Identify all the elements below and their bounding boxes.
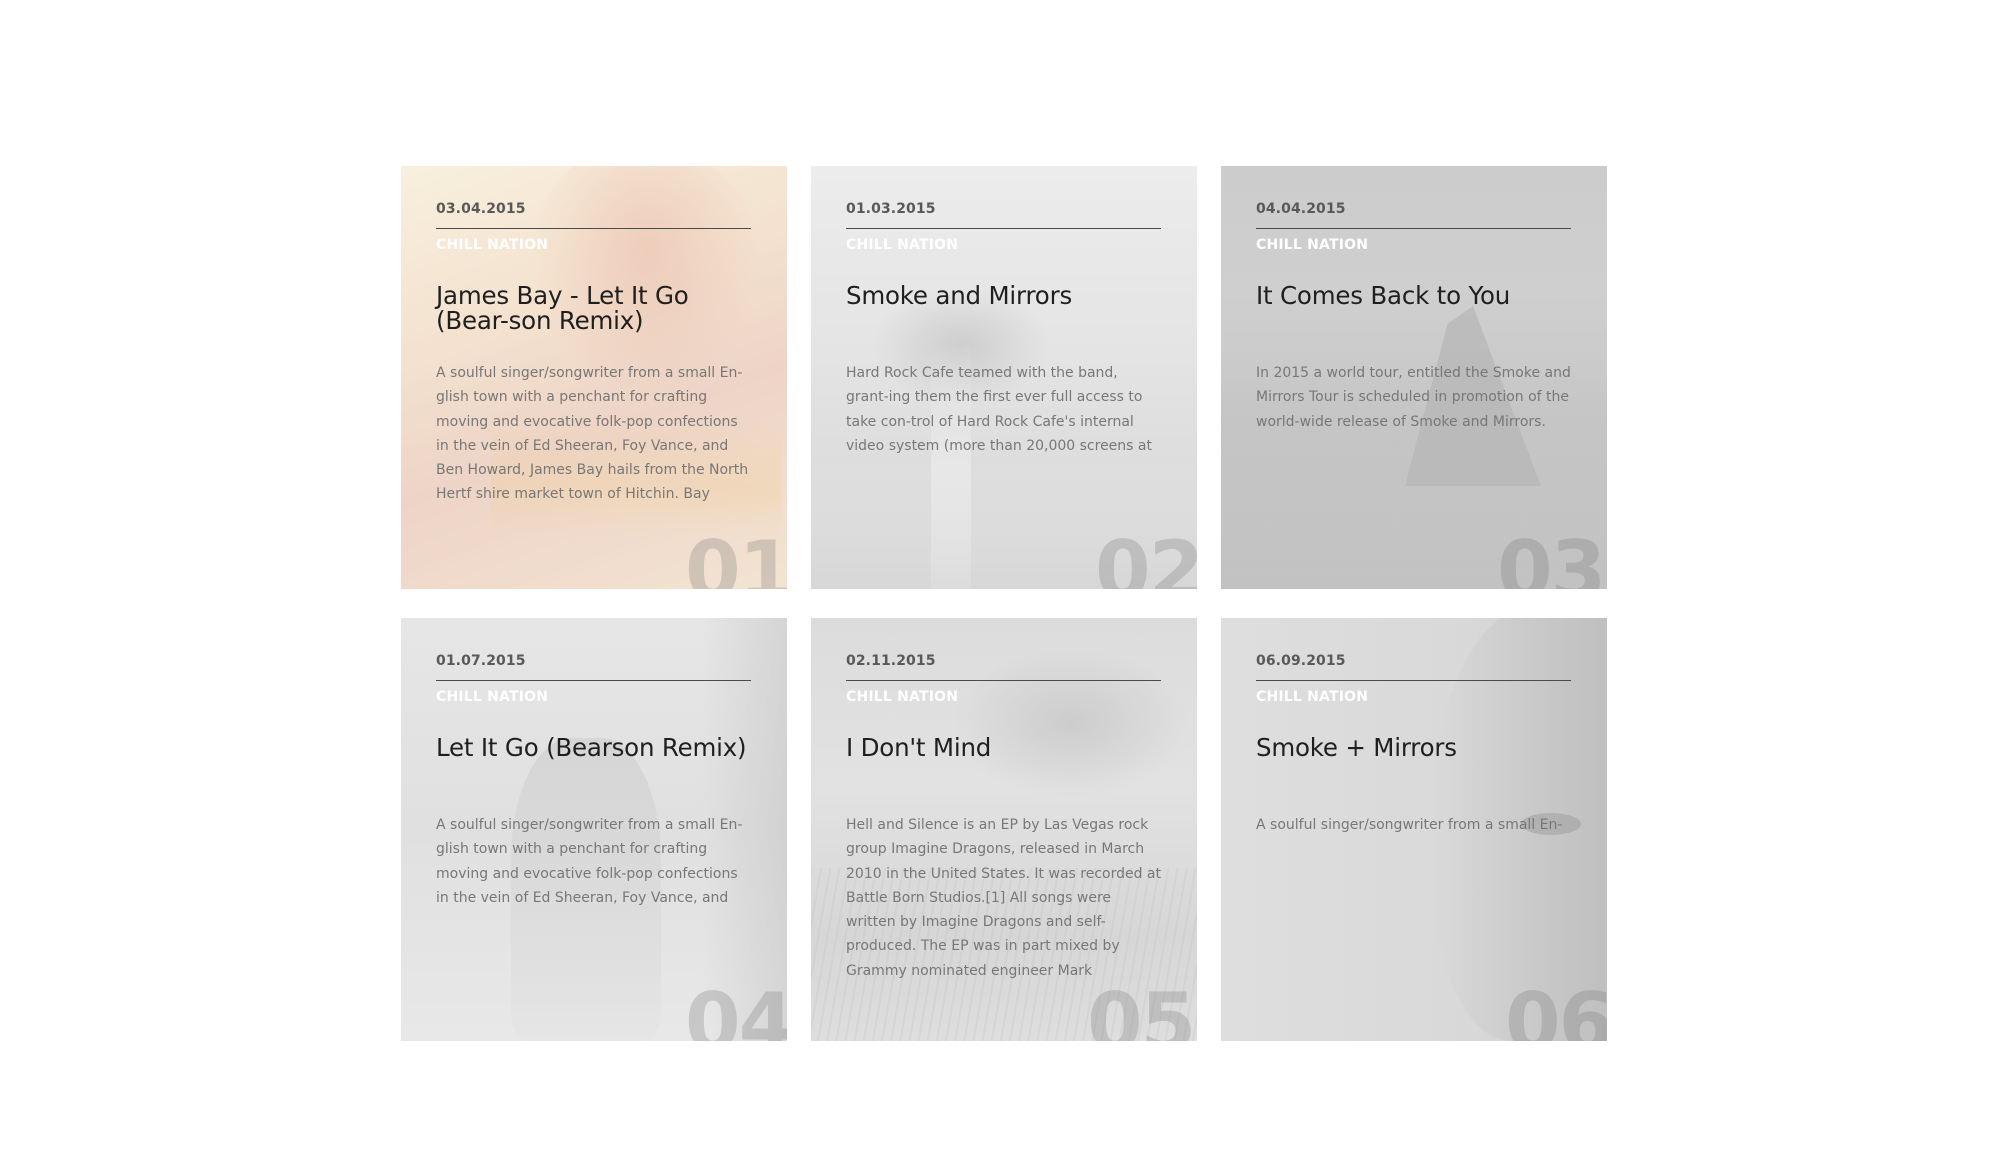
post-category[interactable]: CHILL NATION bbox=[1256, 235, 1571, 255]
post-date: 04.04.2015 bbox=[1256, 201, 1346, 217]
post-title[interactable]: Let It Go (Bearson Remix) bbox=[436, 735, 751, 787]
post-title[interactable]: I Don't Mind bbox=[846, 735, 1161, 787]
post-excerpt: A soulful singer/songwriter from a small… bbox=[1256, 817, 1563, 833]
divider bbox=[436, 228, 751, 229]
divider bbox=[846, 228, 1161, 229]
card-number: 06 bbox=[1505, 976, 1607, 1042]
post-category[interactable]: CHILL NATION bbox=[846, 235, 1161, 255]
card-number: 02 bbox=[1095, 524, 1197, 590]
card-number: 04 bbox=[685, 976, 787, 1042]
post-grid: 03.04.2015 CHILL NATION James Bay - Let … bbox=[401, 166, 1607, 1041]
card-content: 01.07.2015 CHILL NATION Let It Go (Bears… bbox=[436, 651, 751, 911]
post-card[interactable]: 01.03.2015 CHILL NATION Smoke and Mirror… bbox=[811, 166, 1197, 589]
post-category[interactable]: CHILL NATION bbox=[1256, 687, 1571, 707]
divider bbox=[846, 680, 1161, 681]
post-category[interactable]: CHILL NATION bbox=[846, 687, 1161, 707]
post-excerpt: In 2015 a world tour, entitled the Smoke… bbox=[1256, 365, 1571, 430]
divider bbox=[1256, 680, 1571, 681]
card-content: 01.03.2015 CHILL NATION Smoke and Mirror… bbox=[846, 199, 1161, 459]
card-content: 06.09.2015 CHILL NATION Smoke + Mirrors … bbox=[1256, 651, 1571, 839]
post-title[interactable]: Smoke + Mirrors bbox=[1256, 735, 1571, 787]
post-title[interactable]: It Comes Back to You bbox=[1256, 283, 1571, 335]
card-number: 01 bbox=[685, 524, 787, 590]
post-category[interactable]: CHILL NATION bbox=[436, 235, 751, 255]
post-card[interactable]: 04.04.2015 CHILL NATION It Comes Back to… bbox=[1221, 166, 1607, 589]
card-content: 03.04.2015 CHILL NATION James Bay - Let … bbox=[436, 199, 751, 507]
card-number: 03 bbox=[1497, 524, 1606, 590]
post-card[interactable]: 03.04.2015 CHILL NATION James Bay - Let … bbox=[401, 166, 787, 589]
post-excerpt: Hell and Silence is an EP by Las Vegas r… bbox=[846, 817, 1161, 979]
card-content: 02.11.2015 CHILL NATION I Don't Mind Hel… bbox=[846, 651, 1161, 983]
post-excerpt: A soulful singer/songwriter from a small… bbox=[436, 817, 743, 906]
post-card[interactable]: 06.09.2015 CHILL NATION Smoke + Mirrors … bbox=[1221, 618, 1607, 1041]
post-card[interactable]: 01.07.2015 CHILL NATION Let It Go (Bears… bbox=[401, 618, 787, 1041]
post-excerpt: Hard Rock Cafe teamed with the band, gra… bbox=[846, 365, 1152, 454]
post-title[interactable]: Smoke and Mirrors bbox=[846, 283, 1161, 335]
divider bbox=[1256, 228, 1571, 229]
post-date: 01.03.2015 bbox=[846, 201, 936, 217]
post-category[interactable]: CHILL NATION bbox=[436, 687, 751, 707]
post-date: 02.11.2015 bbox=[846, 653, 936, 669]
post-date: 03.04.2015 bbox=[436, 201, 526, 217]
post-card[interactable]: 02.11.2015 CHILL NATION I Don't Mind Hel… bbox=[811, 618, 1197, 1041]
card-content: 04.04.2015 CHILL NATION It Comes Back to… bbox=[1256, 199, 1571, 435]
post-title[interactable]: James Bay - Let It Go (Bear-son Remix) bbox=[436, 283, 751, 335]
post-excerpt: A soulful singer/songwriter from a small… bbox=[436, 365, 749, 503]
divider bbox=[436, 680, 751, 681]
post-date: 06.09.2015 bbox=[1256, 653, 1346, 669]
card-number: 05 bbox=[1087, 976, 1196, 1042]
post-date: 01.07.2015 bbox=[436, 653, 526, 669]
